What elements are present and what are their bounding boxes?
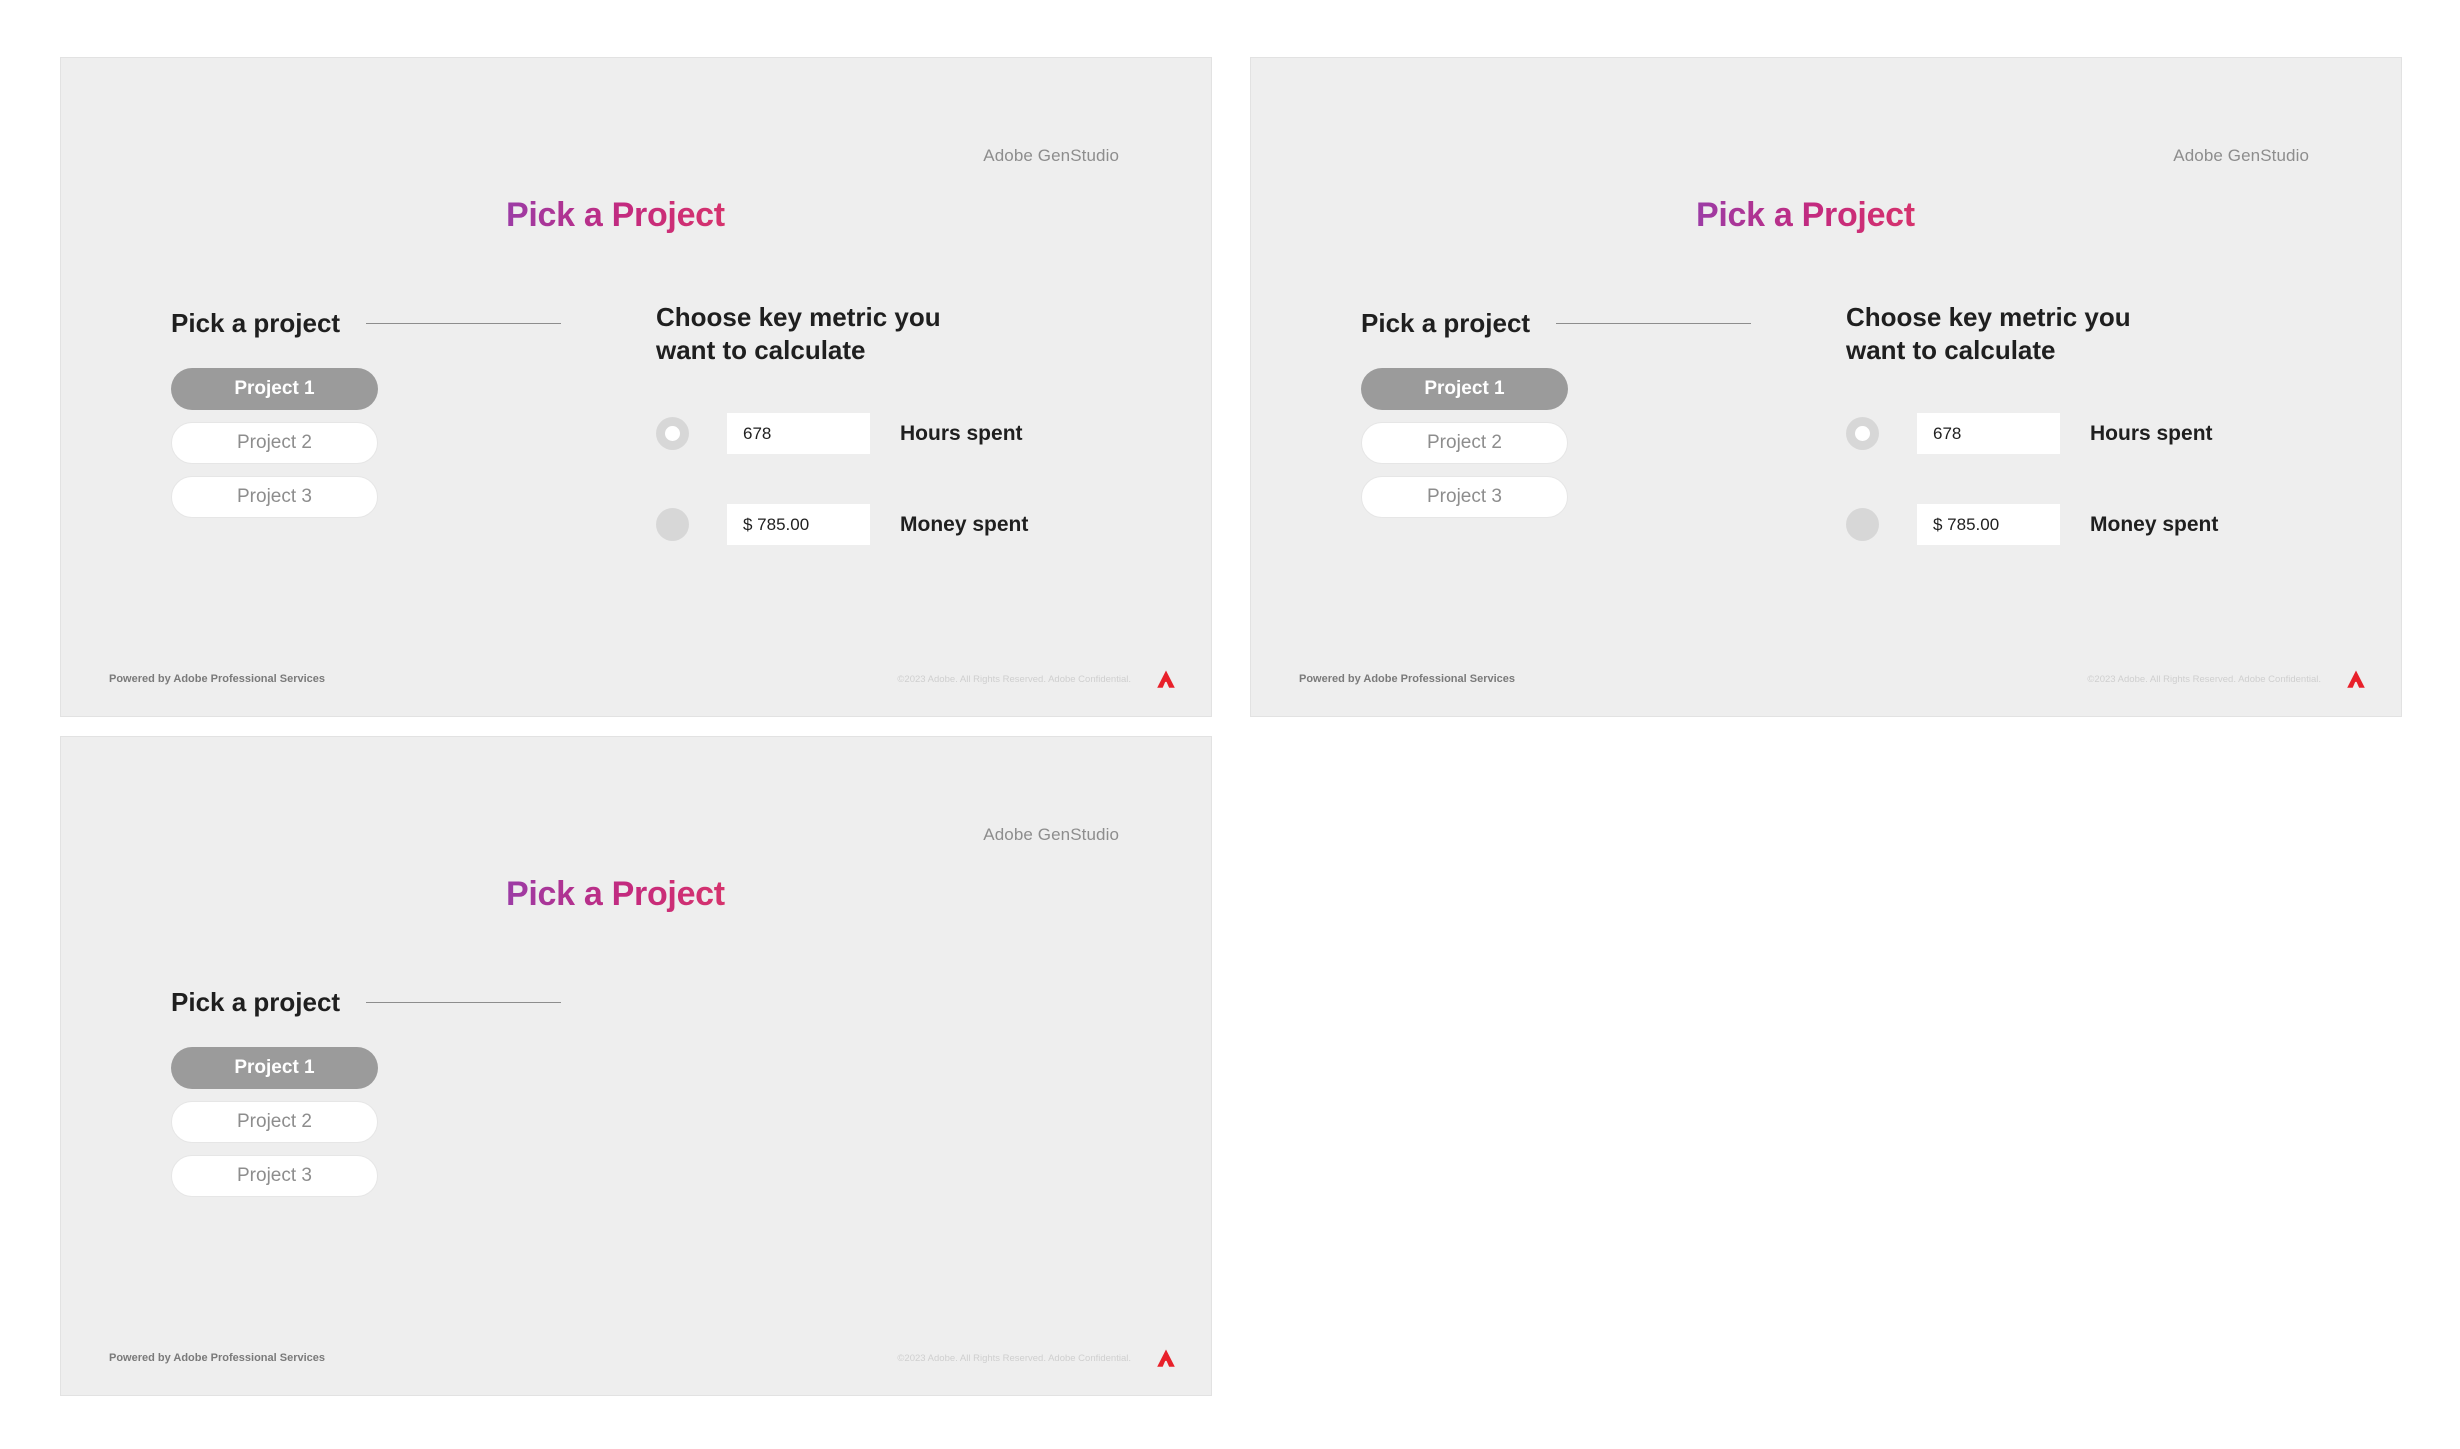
footer-powered-by: Powered by Adobe Professional Services bbox=[1299, 673, 1516, 685]
page-title: Pick a Project bbox=[1696, 196, 1915, 234]
brand-label: Adobe GenStudio bbox=[983, 825, 1119, 844]
money-spent-input[interactable]: $ 785.00 bbox=[1917, 504, 2060, 546]
money-spent-label: Money spent bbox=[900, 512, 1029, 536]
adobe-logo-icon bbox=[1155, 669, 1177, 689]
radio-money-spent[interactable] bbox=[1846, 508, 1879, 542]
project-button-1[interactable]: Project 1 bbox=[1361, 368, 1568, 410]
adobe-logo-icon bbox=[1155, 1348, 1177, 1368]
project-button-2[interactable]: Project 2 bbox=[1361, 422, 1568, 464]
project-button-3[interactable]: Project 3 bbox=[1361, 476, 1568, 518]
metric-panel: Choose key metric you want to calculate … bbox=[1846, 301, 2326, 549]
heading-divider bbox=[366, 323, 561, 324]
radio-money-spent[interactable] bbox=[656, 508, 689, 542]
picker-heading: Pick a project bbox=[171, 987, 341, 1017]
hours-spent-label: Hours spent bbox=[2090, 421, 2213, 445]
slide-pick-a-project-metrics-1: Adobe GenStudio Pick a Project Pick a pr… bbox=[60, 57, 1212, 717]
slide-pick-a-project-metrics-2: Adobe GenStudio Pick a Project Pick a pr… bbox=[1250, 57, 2402, 717]
slide-footer: Powered by Adobe Professional Services ©… bbox=[1251, 666, 2401, 692]
heading-divider bbox=[1556, 323, 1751, 324]
project-button-2[interactable]: Project 2 bbox=[171, 1101, 378, 1143]
slide-footer: Powered by Adobe Professional Services ©… bbox=[61, 1345, 1211, 1371]
screenshot-canvas: Adobe GenStudio Pick a Project Pick a pr… bbox=[0, 0, 2460, 1449]
hours-spent-input[interactable]: 678 bbox=[727, 413, 870, 455]
project-list: Project 1 Project 2 Project 3 bbox=[1361, 368, 1568, 518]
metric-panel: Choose key metric you want to calculate … bbox=[656, 301, 1136, 549]
project-button-3[interactable]: Project 3 bbox=[171, 1155, 378, 1197]
project-button-2[interactable]: Project 2 bbox=[171, 422, 378, 464]
footer-powered-by: Powered by Adobe Professional Services bbox=[109, 673, 326, 685]
project-button-3[interactable]: Project 3 bbox=[171, 476, 378, 518]
radio-hours-spent[interactable] bbox=[656, 417, 689, 451]
footer-copyright: ©2023 Adobe. All Rights Reserved. Adobe … bbox=[897, 1352, 1131, 1364]
slide-footer: Powered by Adobe Professional Services ©… bbox=[61, 666, 1211, 692]
radio-hours-spent[interactable] bbox=[1846, 417, 1879, 451]
project-button-1[interactable]: Project 1 bbox=[171, 368, 378, 410]
metric-row-hours: 678 Hours spent bbox=[1846, 410, 2326, 458]
page-title: Pick a Project bbox=[506, 875, 725, 913]
picker-heading-group: Pick a project bbox=[171, 308, 561, 339]
metric-panel-title: Choose key metric you want to calculate bbox=[656, 302, 941, 366]
footer-copyright: ©2023 Adobe. All Rights Reserved. Adobe … bbox=[897, 673, 1131, 685]
metric-row-money: $ 785.00 Money spent bbox=[1846, 501, 2326, 549]
metric-row-hours: 678 Hours spent bbox=[656, 410, 1136, 458]
brand-label: Adobe GenStudio bbox=[2173, 146, 2309, 165]
picker-heading: Pick a project bbox=[1361, 308, 1531, 338]
footer-powered-by: Powered by Adobe Professional Services bbox=[109, 1352, 326, 1364]
page-title: Pick a Project bbox=[506, 196, 725, 234]
heading-divider bbox=[366, 1002, 561, 1003]
hours-spent-label: Hours spent bbox=[900, 421, 1023, 445]
picker-heading-group: Pick a project bbox=[171, 987, 561, 1018]
project-list: Project 1 Project 2 Project 3 bbox=[171, 368, 378, 518]
picker-heading: Pick a project bbox=[171, 308, 341, 338]
project-list: Project 1 Project 2 Project 3 bbox=[171, 1047, 378, 1197]
metric-row-money: $ 785.00 Money spent bbox=[656, 501, 1136, 549]
project-button-1[interactable]: Project 1 bbox=[171, 1047, 378, 1089]
metric-panel-title: Choose key metric you want to calculate bbox=[1846, 302, 2131, 366]
footer-copyright: ©2023 Adobe. All Rights Reserved. Adobe … bbox=[2087, 673, 2321, 685]
metric-row-list: 678 Hours spent $ 785.00 Money spent bbox=[1846, 410, 2326, 549]
brand-label: Adobe GenStudio bbox=[983, 146, 1119, 165]
slide-pick-a-project-goal: Adobe GenStudio Pick a Project Pick a pr… bbox=[60, 736, 1212, 1396]
money-spent-input[interactable]: $ 785.00 bbox=[727, 504, 870, 546]
money-spent-label: Money spent bbox=[2090, 512, 2219, 536]
picker-heading-group: Pick a project bbox=[1361, 308, 1751, 339]
hours-spent-input[interactable]: 678 bbox=[1917, 413, 2060, 455]
metric-row-list: 678 Hours spent $ 785.00 Money spent bbox=[656, 410, 1136, 549]
adobe-logo-icon bbox=[2345, 669, 2367, 689]
